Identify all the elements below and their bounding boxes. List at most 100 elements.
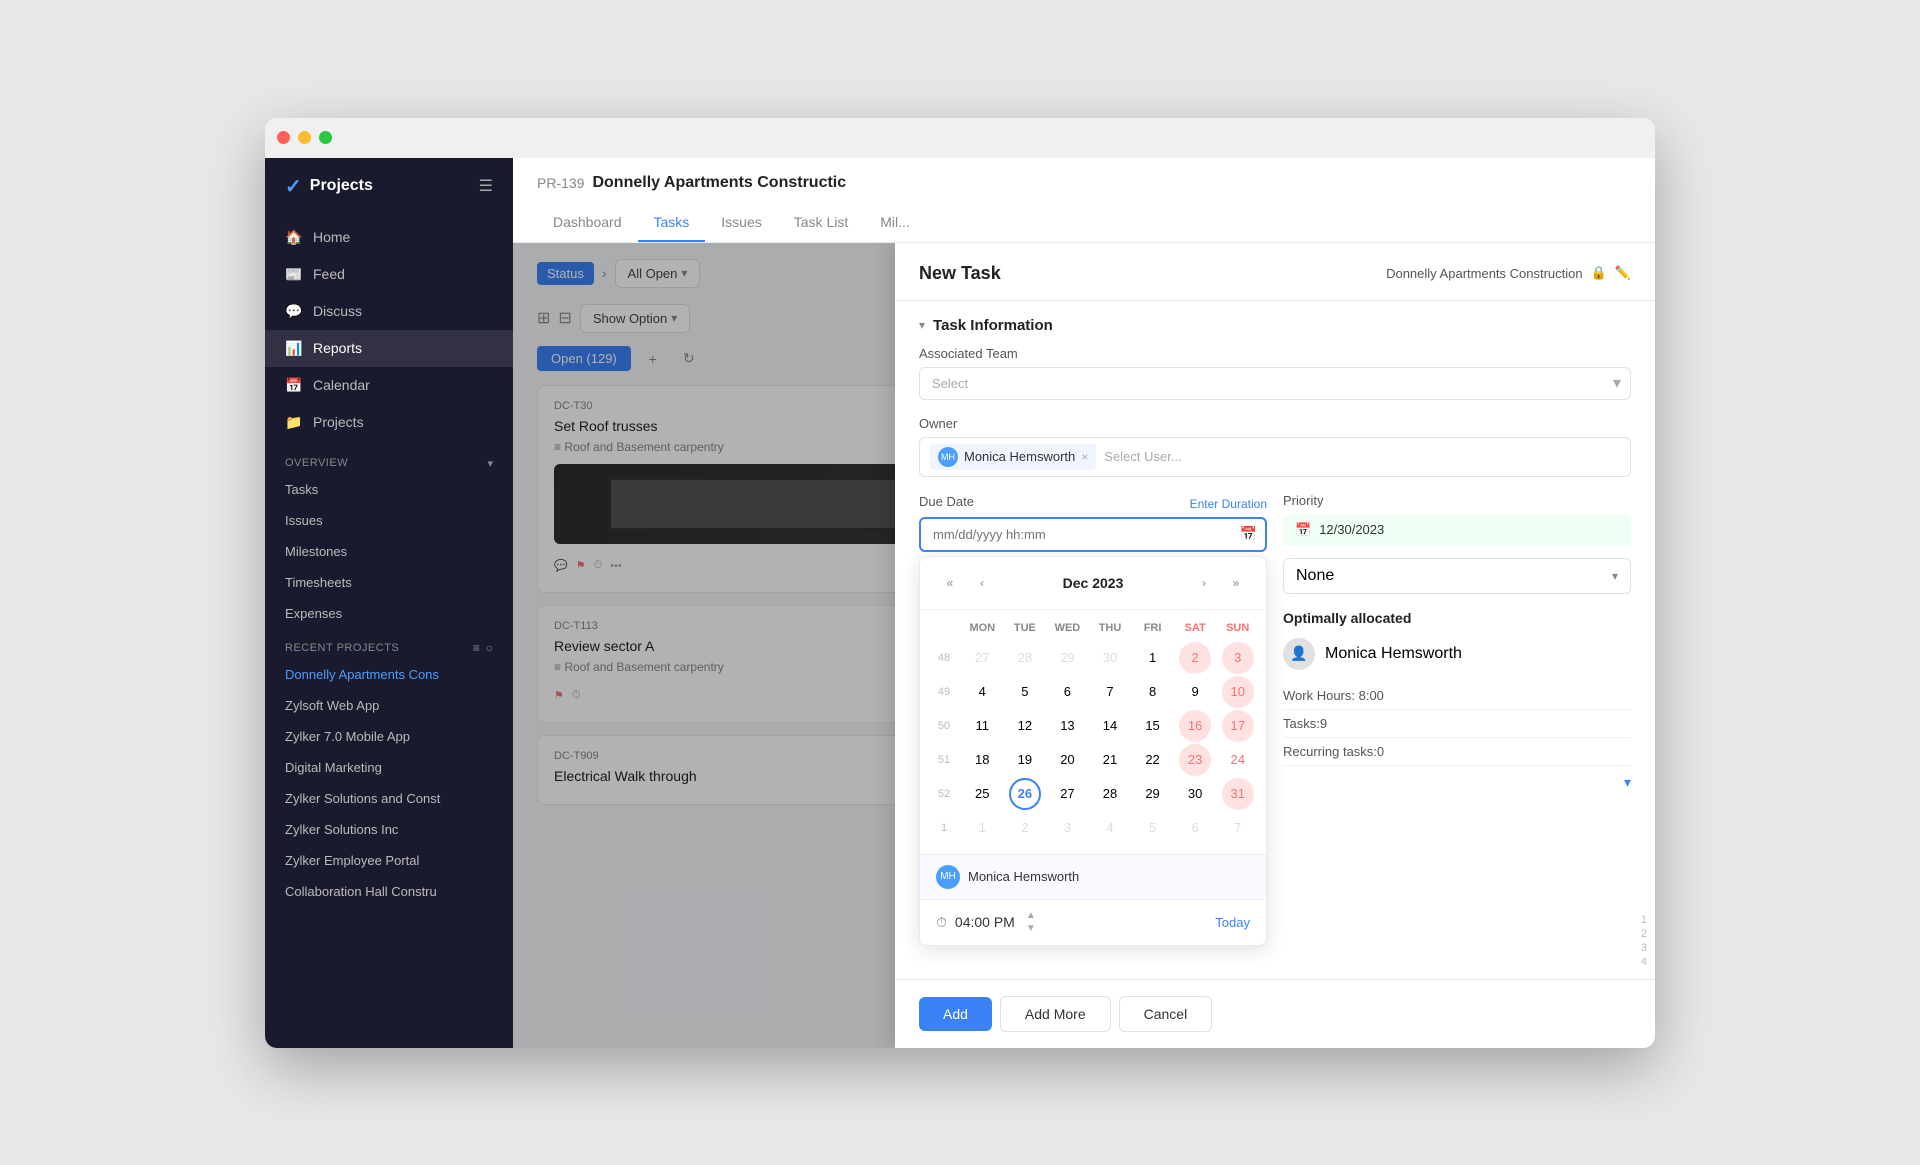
owner-field[interactable]: MH Monica Hemsworth × Select User... <box>919 437 1631 477</box>
today-btn[interactable]: Today <box>1215 915 1250 930</box>
cal-day-12[interactable]: 12 <box>1009 710 1041 742</box>
due-date-label: Due Date <box>919 494 974 509</box>
cal-day-31[interactable]: 31 <box>1222 778 1254 810</box>
page-1[interactable]: 1 <box>1641 914 1647 926</box>
cal-day-15[interactable]: 15 <box>1137 710 1169 742</box>
recent-project-zylker-sol[interactable]: Zylker Solutions and Const <box>265 783 513 814</box>
recent-project-zylker7[interactable]: Zylker 7.0 Mobile App <box>265 721 513 752</box>
page-2[interactable]: 2 <box>1641 928 1647 940</box>
cal-day-23[interactable]: 23 <box>1179 744 1211 776</box>
recent-project-digital[interactable]: Digital Marketing <box>265 752 513 783</box>
recent-project-zylker-emp[interactable]: Zylker Employee Portal <box>265 845 513 876</box>
sidebar-item-timesheets[interactable]: Timesheets <box>265 567 513 598</box>
associated-team-select[interactable]: Select <box>919 367 1631 400</box>
cal-day-25[interactable]: 25 <box>966 778 998 810</box>
cal-day-2-next[interactable]: 2 <box>1009 812 1041 844</box>
add-more-button[interactable]: Add More <box>1000 996 1111 1032</box>
cal-day-8[interactable]: 8 <box>1137 676 1169 708</box>
tab-dashboard[interactable]: Dashboard <box>537 204 638 242</box>
cal-day-1-next[interactable]: 1 <box>966 812 998 844</box>
weekday-sat: SAT <box>1175 618 1216 638</box>
tab-tasks[interactable]: Tasks <box>638 204 706 242</box>
cal-prev-month-btn[interactable]: ‹ <box>968 569 996 597</box>
cal-day-20[interactable]: 20 <box>1051 744 1083 776</box>
cal-day-1[interactable]: 1 <box>1137 642 1169 674</box>
owner-remove-btn[interactable]: × <box>1081 450 1088 464</box>
cal-day-21[interactable]: 21 <box>1094 744 1126 776</box>
cal-day-10[interactable]: 10 <box>1222 676 1254 708</box>
cal-day-26-today[interactable]: 26 <box>1009 778 1041 810</box>
calendar-picker-icon[interactable]: 📅 <box>1240 526 1257 543</box>
cal-day-7-next[interactable]: 7 <box>1222 812 1254 844</box>
sidebar-item-issues[interactable]: Issues <box>265 505 513 536</box>
cal-day-6[interactable]: 6 <box>1051 676 1083 708</box>
recent-projects-menu-icon[interactable]: ≡ <box>473 641 480 655</box>
cal-day-29-prev[interactable]: 29 <box>1051 642 1083 674</box>
cal-day-6-next[interactable]: 6 <box>1179 812 1211 844</box>
cal-day-24[interactable]: 24 <box>1222 744 1254 776</box>
overview-chevron[interactable]: ▾ <box>487 457 493 470</box>
cal-day-9[interactable]: 9 <box>1179 676 1211 708</box>
sidebar-item-calendar[interactable]: 📅 Calendar <box>265 367 513 404</box>
cal-day-4[interactable]: 4 <box>966 676 998 708</box>
cal-day-14[interactable]: 14 <box>1094 710 1126 742</box>
cal-day-11[interactable]: 11 <box>966 710 998 742</box>
sidebar-item-discuss[interactable]: 💬 Discuss <box>265 293 513 330</box>
close-dot[interactable] <box>277 131 290 144</box>
recent-project-collab[interactable]: Collaboration Hall Constru <box>265 876 513 907</box>
cal-day-4-next[interactable]: 4 <box>1094 812 1126 844</box>
cal-day-17[interactable]: 17 <box>1222 710 1254 742</box>
sidebar-menu-icon[interactable]: ☰ <box>479 176 493 196</box>
due-date-input[interactable] <box>919 517 1267 552</box>
cal-next-month-btn[interactable]: › <box>1190 569 1218 597</box>
recent-project-zylker-inc[interactable]: Zylker Solutions Inc <box>265 814 513 845</box>
sidebar-item-tasks[interactable]: Tasks <box>265 474 513 505</box>
cal-day-5[interactable]: 5 <box>1009 676 1041 708</box>
recent-projects-search-icon[interactable]: ○ <box>486 641 493 655</box>
time-up-btn[interactable]: ▲ <box>1023 910 1039 922</box>
tab-milestones[interactable]: Mil... <box>864 204 926 242</box>
cal-day-27[interactable]: 27 <box>1051 778 1083 810</box>
sidebar-item-reports[interactable]: 📊 Reports <box>265 330 513 367</box>
cal-day-3[interactable]: 3 <box>1222 642 1254 674</box>
enter-duration-link[interactable]: Enter Duration <box>1190 497 1267 511</box>
cal-day-13[interactable]: 13 <box>1051 710 1083 742</box>
task-info-section[interactable]: ▾ Task Information <box>919 301 1631 346</box>
cal-day-16[interactable]: 16 <box>1179 710 1211 742</box>
recent-project-zylsoft[interactable]: Zylsoft Web App <box>265 690 513 721</box>
project-title-row: PR-139 Donnelly Apartments Constructic <box>537 174 1631 192</box>
scroll-down-icon[interactable]: ▾ <box>1624 774 1631 791</box>
cal-day-7[interactable]: 7 <box>1094 676 1126 708</box>
tab-issues[interactable]: Issues <box>705 204 777 242</box>
edit-icon[interactable]: ✏️ <box>1615 265 1631 281</box>
time-down-btn[interactable]: ▼ <box>1023 923 1039 935</box>
cal-prev-year-btn[interactable]: « <box>936 569 964 597</box>
priority-dropdown[interactable]: None ▾ <box>1283 558 1631 594</box>
add-button[interactable]: Add <box>919 997 992 1031</box>
sidebar-item-projects[interactable]: 📁 Projects <box>265 404 513 441</box>
sidebar-item-feed[interactable]: 📰 Feed <box>265 256 513 293</box>
recent-project-donnelly[interactable]: Donnelly Apartments Cons <box>265 659 513 690</box>
cal-day-22[interactable]: 22 <box>1137 744 1169 776</box>
cal-day-5-next[interactable]: 5 <box>1137 812 1169 844</box>
cal-day-30[interactable]: 30 <box>1179 778 1211 810</box>
page-3[interactable]: 3 <box>1641 942 1647 954</box>
cal-day-28[interactable]: 28 <box>1094 778 1126 810</box>
cal-day-3-next[interactable]: 3 <box>1051 812 1083 844</box>
minimize-dot[interactable] <box>298 131 311 144</box>
cal-day-30-prev[interactable]: 30 <box>1094 642 1126 674</box>
cal-day-19[interactable]: 19 <box>1009 744 1041 776</box>
cal-day-28-prev[interactable]: 28 <box>1009 642 1041 674</box>
cal-day-27-prev[interactable]: 27 <box>966 642 998 674</box>
cal-day-18[interactable]: 18 <box>966 744 998 776</box>
tab-task-list[interactable]: Task List <box>778 204 864 242</box>
cal-day-2[interactable]: 2 <box>1179 642 1211 674</box>
maximize-dot[interactable] <box>319 131 332 144</box>
sidebar-item-milestones[interactable]: Milestones <box>265 536 513 567</box>
sidebar-item-expenses[interactable]: Expenses <box>265 598 513 629</box>
cal-next-year-btn[interactable]: » <box>1222 569 1250 597</box>
sidebar-item-home[interactable]: 🏠 Home <box>265 219 513 256</box>
page-4[interactable]: 4 <box>1641 956 1647 968</box>
cal-day-29[interactable]: 29 <box>1137 778 1169 810</box>
cancel-button[interactable]: Cancel <box>1119 996 1213 1032</box>
